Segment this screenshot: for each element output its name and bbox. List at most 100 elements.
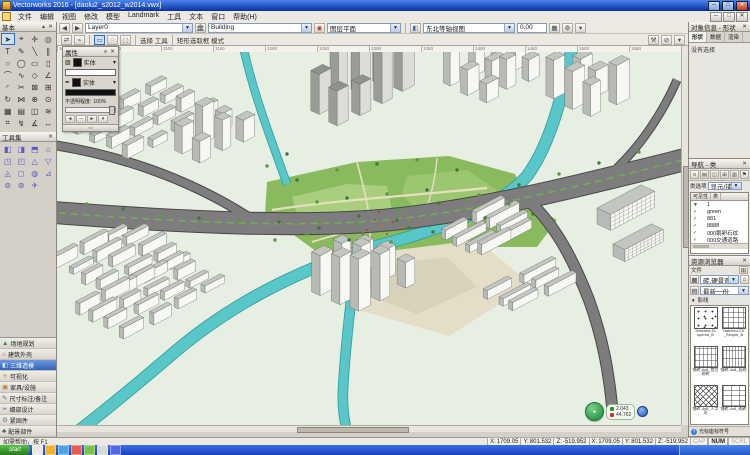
toolset-entourage[interactable]: ♣ 配景部件 xyxy=(0,426,56,437)
poly-marquee-mode-icon[interactable]: ⬚ xyxy=(120,35,131,45)
selection-tool[interactable]: ➤ xyxy=(1,33,15,45)
hatch-swatch[interactable] xyxy=(694,307,718,329)
resource-file-combo[interactable]: 砖,硬景观道路纹饰▼ xyxy=(700,275,739,284)
rectangle-tool[interactable]: ▭ xyxy=(28,57,42,69)
project-tool[interactable]: ✈ xyxy=(28,179,42,191)
fillet-tool[interactable]: ◜ xyxy=(1,81,15,93)
helix-tool[interactable]: ⊚ xyxy=(1,179,15,191)
close-icon[interactable]: ✕ xyxy=(741,24,748,30)
line-end-marker-button[interactable]: ► xyxy=(87,115,97,123)
roof-tool[interactable]: ⌂ xyxy=(42,143,56,155)
scrollbar-thumb[interactable] xyxy=(297,427,409,433)
slab-tool[interactable]: ⬒ xyxy=(28,143,42,155)
taskbar-app-icon[interactable] xyxy=(32,445,43,455)
taskbar-app-icon[interactable] xyxy=(45,445,56,455)
marker-flyout-button[interactable]: ▾ xyxy=(98,115,108,123)
menu-icon[interactable]: ≡ xyxy=(102,49,109,55)
list-view-icon[interactable]: ▤ xyxy=(690,286,699,295)
eyedropper-tool[interactable]: ⊙ xyxy=(42,93,56,105)
minimize-button[interactable]: ─ xyxy=(708,1,720,11)
hatch-swatch[interactable] xyxy=(722,346,746,368)
palette-resize-handle[interactable]: ▭ xyxy=(63,124,118,131)
close-icon[interactable]: ✕ xyxy=(741,258,748,264)
hatch-item[interactable]: 铺砖-4x8_人字形 xyxy=(692,385,719,423)
toolset-building-shell[interactable]: ⌂ 建筑外壳 xyxy=(0,349,56,360)
menu-item[interactable]: Landmark xyxy=(124,12,163,22)
section-collapse-icon[interactable]: ▼ xyxy=(691,298,695,303)
home-icon[interactable]: ⌂ xyxy=(740,275,749,284)
menu-item[interactable]: 工具 xyxy=(163,12,185,22)
mesh-tool[interactable]: ⊛ xyxy=(15,179,29,191)
taskbar-app-icon[interactable] xyxy=(84,445,95,455)
chevron-down-icon[interactable]: ▾ xyxy=(113,79,116,86)
lasso-mode-icon[interactable]: ◌ xyxy=(107,35,118,45)
hatch-item[interactable]: Hatched-Ch _Simple_B xyxy=(720,307,747,345)
start-button[interactable]: start xyxy=(0,445,30,455)
close-icon[interactable]: ✕ xyxy=(47,134,54,140)
line-start-marker-button[interactable]: ◄ xyxy=(65,115,75,123)
cone-tool[interactable]: ⊿ xyxy=(42,167,56,179)
freehand-tool[interactable]: ✎ xyxy=(15,45,29,57)
menu-item[interactable]: 窗口 xyxy=(207,12,229,22)
snap-cursor-tool[interactable]: ⌖ xyxy=(15,33,29,45)
toolset-visualization[interactable]: ☀ 可视化 xyxy=(0,371,56,382)
collapse-icon[interactable]: ▴ xyxy=(40,24,47,30)
tile-tool[interactable]: ⌗ xyxy=(1,117,15,129)
toolset-fasteners[interactable]: ⚙ 紧固件 xyxy=(0,415,56,426)
toolset-site-planning[interactable]: ▲ 场地规划 xyxy=(0,338,56,349)
viewports-icon[interactable]: ⊞ xyxy=(720,170,729,179)
hatch-swatch[interactable] xyxy=(694,346,718,368)
section-tool[interactable]: ▤ xyxy=(15,105,29,117)
line-style-button[interactable]: ─ xyxy=(76,115,86,123)
wall-tool[interactable]: ◧ xyxy=(1,143,15,155)
chevron-down-icon[interactable]: ▾ xyxy=(113,59,116,66)
close-icon[interactable]: ✕ xyxy=(741,161,748,167)
horizontal-scrollbar[interactable] xyxy=(57,425,681,432)
navigation-header[interactable]: 导航 - 类 ✕ xyxy=(689,159,750,169)
class-column-header[interactable]: 类 xyxy=(711,193,721,200)
text-tool[interactable]: T xyxy=(1,45,15,57)
taskbar-app-icon[interactable] xyxy=(58,445,69,455)
visibility-mark[interactable]: ▼ xyxy=(691,202,707,208)
pen-color-bar[interactable] xyxy=(65,89,116,96)
grid-tool[interactable]: ⊞ xyxy=(42,81,56,93)
fill-color-bar[interactable] xyxy=(65,69,116,76)
chevron-down-icon[interactable]: ▼ xyxy=(301,24,311,32)
cube-view-icon[interactable]: ◧ xyxy=(410,23,421,33)
taskbar-app-icon[interactable] xyxy=(71,445,82,455)
close-icon[interactable]: ✕ xyxy=(47,24,54,30)
doc-minimize-button[interactable]: ─ xyxy=(710,12,722,22)
basic-palette-header[interactable]: 基本 ▴ ✕ xyxy=(0,22,56,32)
resource-view-combo[interactable]: 最新一份▼ xyxy=(700,286,749,295)
menu-item[interactable]: 编辑 xyxy=(36,12,58,22)
forward-arrow-icon[interactable]: ▶ xyxy=(72,23,83,33)
menu-item[interactable]: 帮助(H) xyxy=(229,12,261,22)
class-list-scrollbar[interactable] xyxy=(691,243,748,249)
toolset-furniture[interactable]: ▣ 家具/设施 xyxy=(0,382,56,393)
visibility-mark[interactable]: ✓ xyxy=(691,216,707,222)
circle-tool[interactable]: ○ xyxy=(1,57,15,69)
toolset-palette-header[interactable]: 工具集 ✕ xyxy=(0,132,56,142)
layer-combo[interactable]: Layer0▼ xyxy=(85,23,193,33)
angle-tool[interactable]: ∡ xyxy=(28,117,42,129)
visibility-column-header[interactable]: 可见性 xyxy=(691,193,711,200)
object-info-tab[interactable]: 渲染 xyxy=(725,32,743,42)
fill-style-value[interactable]: 实体 xyxy=(84,58,96,67)
visibility-mark[interactable]: ✓ xyxy=(691,223,707,229)
view-plane-combo[interactable]: 图层平面▼ xyxy=(327,23,401,33)
rotate-tool[interactable]: ↻ xyxy=(1,93,15,105)
drawing-canvas[interactable] xyxy=(57,52,681,425)
hatch-swatch[interactable] xyxy=(722,307,746,329)
solid-tool[interactable]: ◬ xyxy=(1,167,15,179)
classes-icon[interactable]: ▤ xyxy=(700,170,709,179)
hatch-item[interactable]: 铺砖-4x8_竖砌 xyxy=(720,346,747,384)
double-line-tool[interactable]: ∥ xyxy=(42,45,56,57)
wave-tool[interactable]: ≋ xyxy=(42,105,56,117)
pen-style-value[interactable]: 实体 xyxy=(83,78,95,87)
menu-item[interactable]: 文本 xyxy=(185,12,207,22)
hatch-tool[interactable]: ▦ xyxy=(1,105,15,117)
line-tool[interactable]: ╲ xyxy=(28,45,42,57)
bolt-tool[interactable]: ↯ xyxy=(15,117,29,129)
nurbs-tool[interactable]: ◻ xyxy=(15,167,29,179)
clip-tool[interactable]: ⊠ xyxy=(28,81,42,93)
